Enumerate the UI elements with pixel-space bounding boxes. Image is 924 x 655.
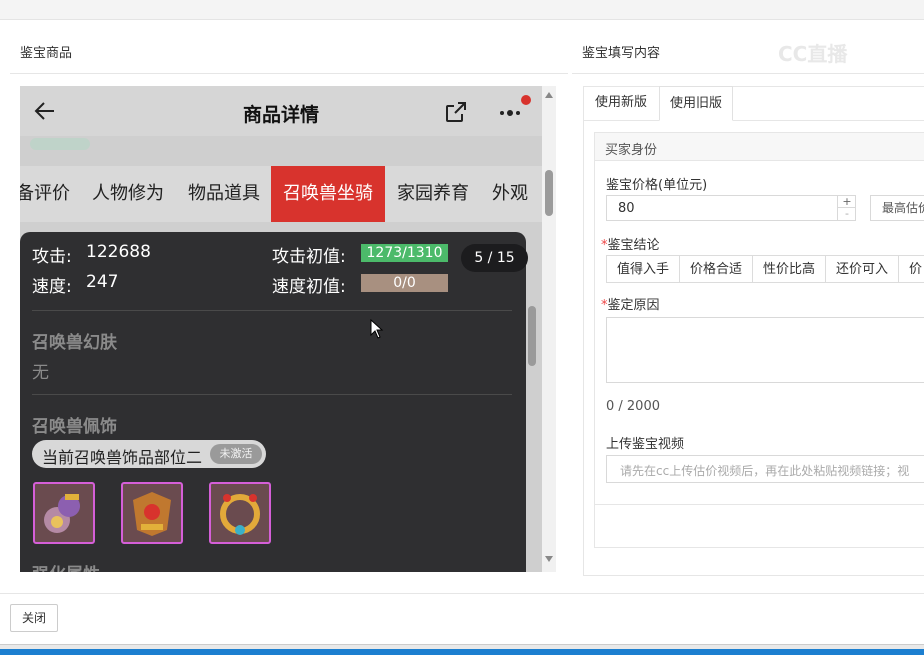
bottom-strip [0, 644, 924, 655]
conclusion-label-text: 鉴宝结论 [607, 238, 660, 253]
buyer-identity-header: 买家身份 [595, 133, 924, 161]
necklace-ornament-icon [220, 494, 260, 535]
accessory-item[interactable] [33, 482, 95, 544]
tabs-baseline [584, 120, 924, 121]
max-estimate-field[interactable]: 最高估价 [870, 195, 924, 221]
tab-new-version[interactable]: 使用新版 [585, 86, 657, 120]
reason-label-text: 鉴定原因 [607, 298, 660, 313]
pet-detail-popup: 攻击: 122688 速度: 247 攻击初值: 1273/1310 速度初值:… [20, 232, 528, 572]
category-tab[interactable]: 物品道具 [188, 166, 264, 222]
category-tab[interactable]: 家园养育 [397, 166, 473, 222]
attack-init-label: 攻击初值: [272, 247, 346, 267]
preview-scrollbar[interactable] [542, 86, 556, 572]
left-panel-title: 鉴宝商品 [20, 46, 73, 61]
skin-value: 无 [32, 363, 49, 383]
taskbar-edge [0, 649, 924, 655]
conclusion-option[interactable]: 价格合适 [679, 255, 753, 283]
armor-ornament-icon [133, 492, 171, 536]
accessory-heading: 召唤兽佩饰 [32, 417, 117, 437]
accessory-pill: 当前召唤兽饰品部位二 未激活 [32, 440, 266, 468]
divider [32, 310, 512, 311]
enhance-heading: 强化属性 [32, 560, 100, 572]
speed-label: 速度: [32, 277, 72, 297]
scrollbar-thumb[interactable] [545, 170, 553, 216]
gourd-ornament-icon [44, 494, 80, 533]
attack-init-bar: 1273/1310 [361, 244, 448, 262]
right-title-divider [572, 73, 924, 74]
inner-scrollbar-thumb[interactable] [528, 306, 536, 366]
right-panel-title: 鉴宝填写内容 [582, 46, 661, 61]
price-label: 鉴宝价格(单位元) [606, 178, 708, 193]
category-bar: 备评价 人物修为 物品道具 召唤兽坐骑 家园养育 外观 [20, 166, 542, 222]
mouse-cursor-icon [370, 319, 384, 339]
share-icon[interactable] [444, 100, 468, 124]
reason-counter: 0 / 2000 [606, 399, 660, 414]
faded-tag [30, 138, 90, 150]
divider [32, 394, 512, 395]
speed-init-bar: 0/0 [361, 274, 448, 292]
conclusion-option[interactable]: 还价可入 [825, 255, 899, 283]
conclusion-label: *鉴宝结论 [601, 238, 660, 253]
attack-value: 122688 [86, 242, 151, 262]
speed-value: 247 [86, 272, 119, 292]
page-counter: 5 / 15 [461, 244, 528, 272]
reason-label: *鉴定原因 [601, 298, 660, 313]
accessory-badge: 未激活 [210, 444, 262, 464]
buyer-identity-label: 买家身份 [605, 143, 658, 158]
category-tab[interactable]: 备评价 [20, 166, 72, 222]
category-tab-active[interactable]: 召唤兽坐骑 [271, 166, 385, 222]
tab-old-version[interactable]: 使用旧版 [659, 86, 733, 121]
more-icon[interactable] [498, 92, 534, 126]
accessory-item[interactable] [121, 482, 183, 544]
conclusion-option[interactable]: 值得入手 [606, 255, 680, 283]
watermark: CC直播 [778, 42, 848, 66]
conclusion-option[interactable]: 价 [898, 255, 924, 283]
reason-textarea[interactable] [606, 317, 924, 383]
footer-divider [0, 593, 924, 594]
category-tab[interactable]: 外观 [492, 166, 532, 222]
price-stepper[interactable]: + - [837, 196, 856, 220]
accessory-current: 当前召唤兽饰品部位二 [42, 448, 203, 467]
price-value: 80 [618, 201, 635, 216]
category-tab[interactable]: 人物修为 [92, 166, 168, 222]
scroll-down-icon[interactable] [545, 556, 553, 562]
price-input[interactable]: 80 + - [606, 195, 856, 221]
close-button[interactable]: 关闭 [10, 604, 58, 632]
decrement-icon[interactable]: - [838, 208, 856, 220]
phone-header: 商品详情 [20, 86, 542, 136]
video-placeholder: 请先在cc上传估价视频后，再在此处粘贴视频链接；视 [620, 464, 910, 478]
scroll-up-icon[interactable] [545, 92, 553, 98]
form-divider [595, 504, 924, 505]
video-label: 上传鉴宝视频 [606, 437, 685, 452]
video-link-input[interactable]: 请先在cc上传估价视频后，再在此处粘贴视频链接；视 [606, 455, 924, 483]
product-preview: 商品详情 备评价 人物修为 物品道具 召唤兽坐骑 家园养育 外观 攻击: 122… [20, 86, 542, 572]
speed-init-label: 速度初值: [272, 277, 346, 297]
conclusion-option[interactable]: 性价比高 [752, 255, 826, 283]
attack-label: 攻击: [32, 247, 72, 267]
skin-heading: 召唤兽幻肤 [32, 333, 117, 353]
window-top-strip [0, 0, 924, 20]
left-title-divider [10, 73, 568, 74]
accessory-item[interactable] [209, 482, 271, 544]
